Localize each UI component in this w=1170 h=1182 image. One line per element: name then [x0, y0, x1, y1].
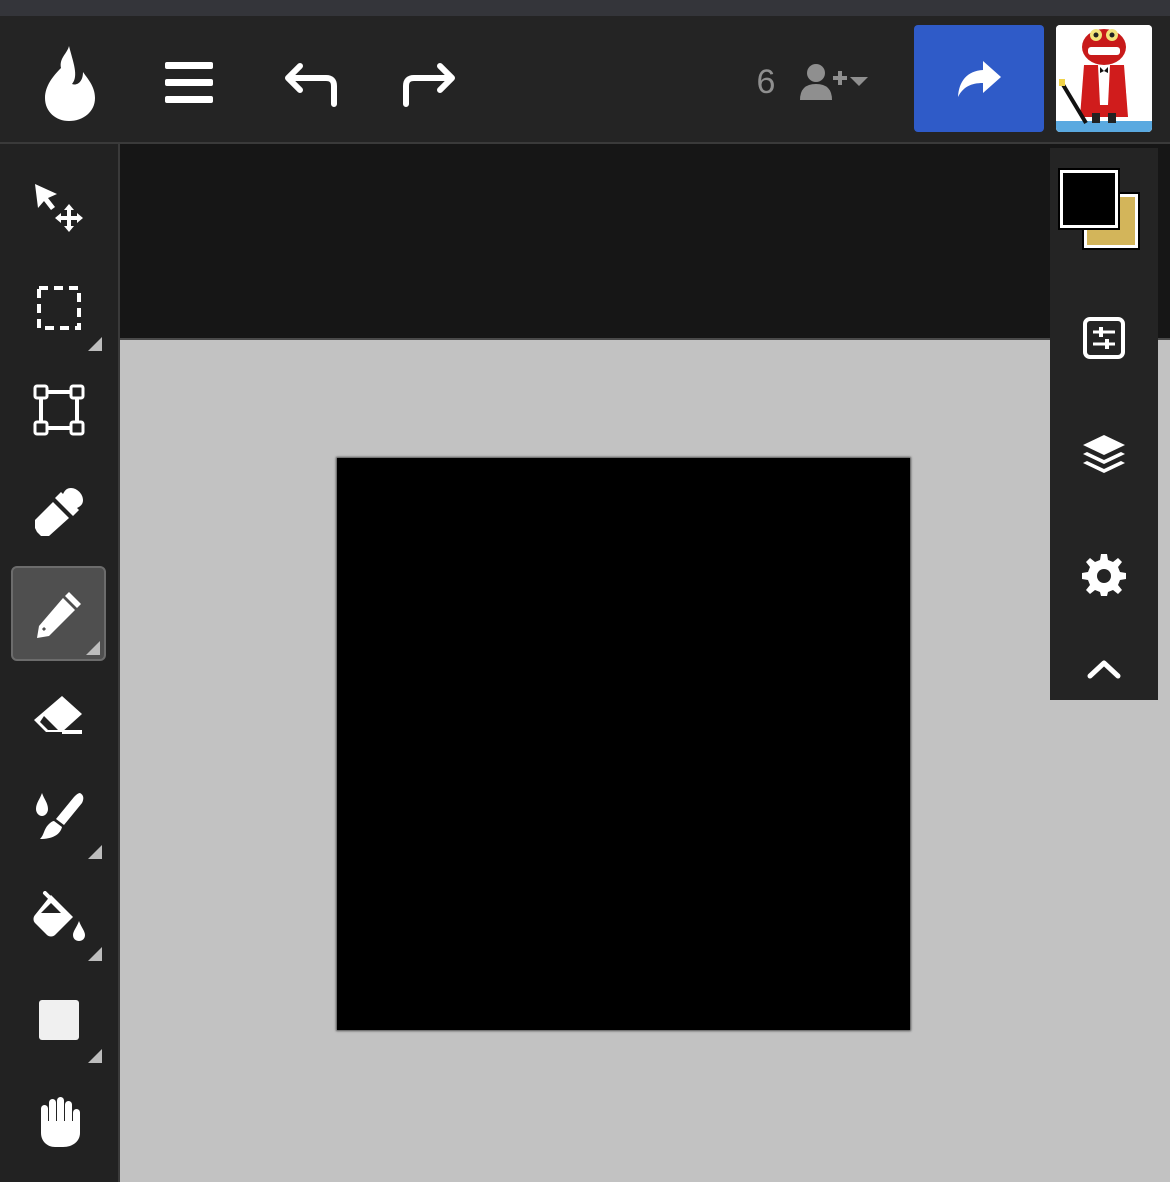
shape-tool[interactable]: [11, 972, 106, 1067]
canvas-document[interactable]: [337, 458, 910, 1030]
layers-icon: [1083, 435, 1125, 473]
settings-icon: [1082, 554, 1126, 596]
undo-icon: [285, 63, 337, 107]
move-icon: [34, 183, 83, 232]
brush-icon: [35, 792, 83, 839]
logo-drop-icon: [45, 46, 95, 121]
eyedropper-tool[interactable]: [11, 464, 106, 559]
shape-icon: [38, 999, 79, 1040]
avatar-image: [1056, 25, 1152, 132]
pen-tool[interactable]: [11, 566, 106, 661]
transform-icon: [33, 384, 84, 435]
window-top-strip: [0, 0, 1170, 16]
tool-sidebar: [0, 144, 120, 1182]
share-icon: [958, 60, 1001, 97]
settings-button[interactable]: [1050, 534, 1158, 614]
eraser-icon: [33, 695, 82, 734]
menu-icon: [165, 62, 213, 103]
layers-button[interactable]: [1050, 416, 1158, 496]
menu-button[interactable]: [160, 54, 218, 112]
pen-icon: [36, 591, 81, 638]
redo-button[interactable]: [398, 54, 462, 112]
brush-tool[interactable]: [11, 768, 106, 863]
adjustments-icon: [1083, 317, 1125, 359]
submenu-corner-indicator: [86, 641, 100, 655]
share-button[interactable]: [914, 25, 1044, 132]
collapse-panel-button[interactable]: [1050, 638, 1158, 700]
submenu-corner-indicator: [88, 1049, 102, 1063]
eyedropper-icon: [34, 487, 83, 536]
redo-icon: [403, 63, 455, 107]
fill-tool[interactable]: [11, 870, 106, 965]
transform-tool[interactable]: [11, 362, 106, 457]
hand-icon: [40, 1096, 80, 1147]
primary-color-swatch[interactable]: [1058, 168, 1120, 230]
canvas-top-band: [120, 144, 1170, 340]
fill-icon: [33, 890, 85, 941]
undo-button[interactable]: [278, 54, 342, 112]
hand-tool[interactable]: [11, 1074, 106, 1169]
add-user-dropdown[interactable]: [794, 58, 874, 106]
add-user-icon: [800, 64, 847, 100]
move-tool[interactable]: [11, 162, 106, 257]
app-logo-button[interactable]: [34, 40, 104, 124]
adjustments-button[interactable]: [1050, 298, 1158, 378]
collapse-icon: [1087, 660, 1121, 679]
dropdown-caret-icon: [850, 77, 868, 86]
user-count: 6: [756, 63, 776, 101]
submenu-corner-indicator: [88, 845, 102, 859]
eraser-tool[interactable]: [11, 668, 106, 763]
select-tool[interactable]: [11, 260, 106, 355]
submenu-corner-indicator: [88, 947, 102, 961]
user-avatar[interactable]: [1056, 25, 1152, 132]
select-icon: [36, 285, 81, 330]
submenu-corner-indicator: [88, 337, 102, 351]
